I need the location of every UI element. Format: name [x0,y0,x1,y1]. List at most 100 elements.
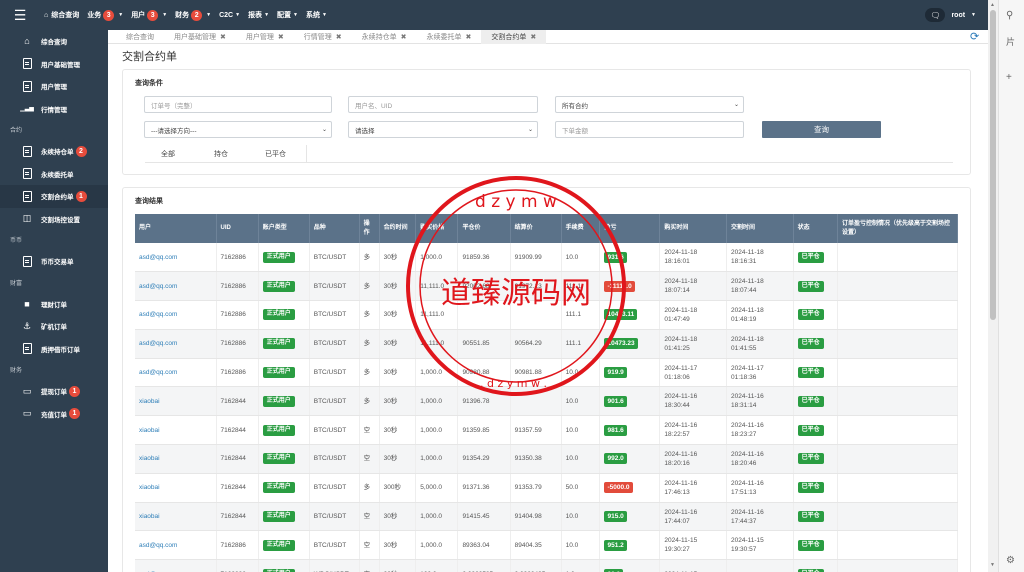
filter-tab-holding[interactable]: 持仓 [214,149,228,159]
fee-cell-value: 10.0 [565,426,579,434]
user-cell-value[interactable]: asd@qq.com [139,311,177,318]
sidebar-item-5[interactable]: 永续持仓单 2 [0,140,108,163]
duration-cell-value: 30秒 [383,397,398,405]
user-cell-value[interactable]: xiaobai [139,455,160,462]
sidebar-item-10[interactable]: 币币交易单 [0,250,108,273]
table-row: asd@qq.com 7162886 正式用户 BTC/USDT 多 30秒 1,000.0… [135,243,958,273]
user-cell-value[interactable]: xiaobai [139,484,160,491]
tab-4[interactable]: 永续持仓单 ✖ [352,30,417,44]
duration-cell: 30秒 [379,358,417,388]
tab-6[interactable]: 交割合约单 ✖ [481,29,547,44]
search-icon[interactable]: ⚲ [1006,10,1013,21]
topnav-item-1[interactable]: 业务 3 ▼ [83,0,127,30]
sidebar-item-2[interactable]: 用户管理 [0,75,108,98]
scroll-down-icon[interactable]: ▼ [990,562,995,568]
control-cell [837,243,958,273]
uid-cell: 7162886 [216,243,259,273]
sidebar-item-13[interactable]: ⚓ 矿机订单 [0,315,108,338]
close-icon[interactable]: ✖ [336,33,342,41]
open-price-cell: 91415.45 [457,502,511,532]
close-icon[interactable]: ✖ [220,33,226,41]
sidebar-item-label: 综合查询 [41,39,67,47]
duration-cell-value: 30秒 [383,426,398,434]
tab-1[interactable]: 用户基础管理 ✖ [164,30,236,44]
settle-price-cell: 91353.79 [510,473,562,503]
operation-cell-value: 多 [363,369,371,377]
user-cell-value[interactable]: asd@qq.com [139,340,177,347]
close-icon[interactable]: ✖ [530,33,536,41]
user-cell-value[interactable]: xiaobai [139,427,160,434]
user-cell: xiaobai [135,386,217,417]
buy-price-cell-value: 1,000.0 [420,253,442,261]
user-cell-value[interactable]: asd@qq.com [139,369,177,376]
tab-3[interactable]: 行情管理 ✖ [294,30,352,44]
topnav-badge: 3 [147,9,159,21]
sidebar-item-7[interactable]: 交割合约单 1 [0,185,108,208]
order-no-input[interactable]: 订单号（完整） [144,96,332,113]
topnav-badge: 2 [191,9,203,21]
sidebar-item-17[interactable]: ▭ 充值订单 1 [0,403,108,426]
scroll-up-icon[interactable]: ▲ [990,2,995,8]
tab-label: 用户管理 [245,33,274,41]
query-button[interactable]: 查询 [762,121,881,138]
settle-price-cell: 91404.98 [510,502,562,532]
add-icon[interactable]: + [1006,72,1012,83]
sidebar-item-1[interactable]: 用户基础管理 [0,53,108,76]
buy-price-cell-value: 11,111.0 [420,282,445,290]
gear-icon[interactable]: ⚙ [1006,555,1015,566]
tab-0[interactable]: 综合查询 [116,30,164,44]
sidebar-item-6[interactable]: 永续委托单 [0,163,108,186]
chat-icon[interactable]: 🗨 [925,8,946,22]
translate-icon[interactable]: 片 [1006,35,1015,48]
buy-price-cell-value: 1,000.0 [420,513,442,521]
sidebar-item-0[interactable]: ⌂ 综合查询 [0,30,108,53]
user-cell-value[interactable]: xiaobai [139,513,160,520]
user-menu[interactable]: 🗨 root ▼ [925,0,976,30]
account-type-cell-value: 正式用户 [262,280,295,292]
topnav-item-2[interactable]: 用户 3 ▼ [127,0,171,30]
sidebar-item-16[interactable]: ▭ 提现订单 1 [0,380,108,403]
topnav-item-4[interactable]: C2C ▼ [215,0,244,30]
chevron-down-icon: ▼ [293,12,298,18]
user-search-input[interactable]: 用户名、UID [348,96,538,113]
topnav-item-5[interactable]: 报表 ▼ [244,0,273,30]
sidebar-item-14[interactable]: 质押借币订单 [0,338,108,361]
user-cell-value[interactable]: asd@qq.com [139,254,177,261]
vertical-scrollbar[interactable]: ▲ ▼ [988,0,998,572]
amount-input[interactable]: 下单金额 [555,121,744,138]
filter-tab-all[interactable]: 全部 [161,149,175,159]
tab-2[interactable]: 用户管理 ✖ [236,30,294,44]
tab-5[interactable]: 永续委托单 ✖ [417,30,482,44]
close-icon[interactable]: ✖ [401,33,407,41]
close-icon[interactable]: ✖ [278,33,284,41]
column-header: 操作 [359,214,380,243]
close-time-cell: 2024-11-16 18:20:46 [726,444,794,474]
scrollbar-thumb[interactable] [990,10,996,320]
sidebar-item-8[interactable]: ◫ 交割场控设置 [0,208,108,231]
symbol-cell-value: BTC/USDT [313,397,347,405]
direction-select[interactable]: ---请选择方向--- ⌄ [144,121,332,138]
user-cell-value[interactable]: asd@qq.com [139,283,177,290]
operation-cell: 多 [359,329,380,359]
topnav-item-0[interactable]: ⌂ 综合查询 [40,0,83,30]
user-cell-value[interactable]: asd@qq.com [139,542,177,549]
sidebar-item-12[interactable]: ■ 理财订单 [0,293,108,316]
buy-date: 2024-11-18 [664,335,698,343]
status-cell-value: 已平仓 [797,280,824,292]
control-cell [837,386,958,417]
topnav-item-3[interactable]: 财务 2 ▼ [171,0,215,30]
table-row: asd@qq.com7162886正式用户WDC/USDT空30秒100.00.… [135,559,958,572]
contract-select[interactable]: 所有合约 ⌄ [555,96,744,113]
account-type-cell-value: 正式用户 [262,511,295,523]
filter-tab-closed[interactable]: 已平仓 [265,149,286,159]
fee-cell-value: 111.1 [565,340,581,348]
close-icon[interactable]: ✖ [466,33,472,41]
refresh-icon[interactable]: ⟳ [970,30,979,43]
sidebar-item-3[interactable]: ▁▃▅ 行情管理 [0,98,108,121]
topnav-item-7[interactable]: 系统 ▼ [302,0,331,30]
status-select[interactable]: 请选择 ⌄ [348,121,538,138]
user-cell-value[interactable]: xiaobai [139,398,160,405]
direction-select-value: ---请选择方向--- [151,127,197,135]
topnav-item-6[interactable]: 配置 ▼ [273,0,302,30]
menu-toggle-icon[interactable]: ☰ [0,0,40,30]
